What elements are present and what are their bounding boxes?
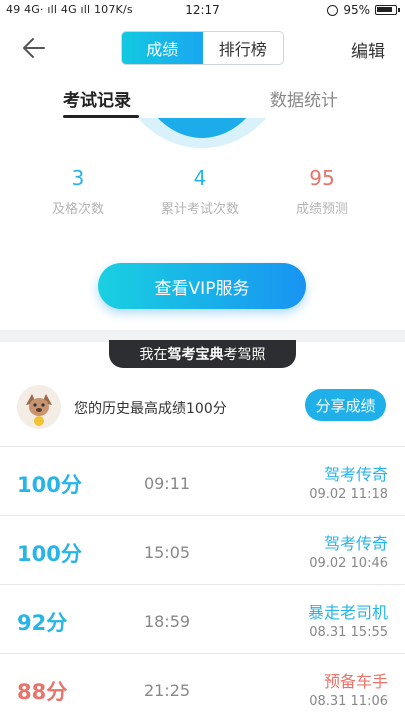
list-item[interactable]: 88分 21:25 预备车手 08.31 11:06 [0, 653, 405, 720]
stat-value: 3 [71, 166, 85, 190]
stat-label: 及格次数 [51, 202, 104, 217]
banner-prefix: 我在 [139, 347, 168, 363]
banner-brand: 驾考宝典 [167, 347, 224, 363]
seg-scores[interactable]: 成绩 [122, 32, 203, 64]
battery-percent: 95% [343, 3, 370, 17]
record-date: 09.02 11:18 [309, 487, 388, 502]
record-score: 100分 [17, 542, 82, 566]
stat-pass-count: 3 及格次数 [23, 166, 133, 217]
best-score-text: 您的历史最高成绩100分 [74, 401, 227, 417]
status-right: 95% [327, 3, 400, 17]
stat-label: 累计考试次数 [160, 202, 239, 217]
edit-button[interactable]: 编辑 [351, 37, 385, 62]
banner-suffix: 考驾照 [223, 347, 266, 363]
record-score: 88分 [17, 680, 68, 704]
brand-banner: 我在 驾考宝典 考驾照 [109, 340, 296, 368]
avatar [17, 385, 61, 429]
exam-record-list: 100分 09:11 驾考传奇 09.02 11:18 100分 15:05 驾… [0, 446, 405, 720]
view-vip-button[interactable]: 查看VIP服务 [98, 263, 306, 309]
alarm-icon [327, 4, 339, 16]
stat-score-prediction: 95 成绩预测 [267, 166, 377, 217]
stat-value: 95 [309, 166, 335, 190]
record-date: 08.31 15:55 [309, 625, 388, 640]
list-item[interactable]: 100分 15:05 驾考传奇 09.02 10:46 [0, 515, 405, 584]
status-bar: 49 4G· ıll 4G ıll 107K/s 12:17 95% [0, 0, 405, 22]
record-date: 08.31 11:06 [309, 694, 388, 709]
tab-data-stats[interactable]: 数据统计 [270, 86, 338, 111]
record-date: 09.02 10:46 [309, 556, 388, 571]
record-duration: 09:11 [143, 474, 191, 493]
top-nav: 成绩 排行榜 编辑 [0, 28, 405, 68]
record-title: 预备车手 [323, 672, 388, 691]
stat-label: 成绩预测 [295, 202, 348, 217]
battery-icon [375, 5, 400, 15]
record-score: 92分 [17, 611, 68, 635]
dog-mascot-icon [17, 385, 61, 429]
list-item[interactable]: 100分 09:11 驾考传奇 09.02 11:18 [0, 446, 405, 515]
seg-ranking[interactable]: 排行榜 [203, 32, 284, 64]
record-title: 暴走老司机 [307, 603, 388, 622]
back-arrow-icon[interactable] [18, 32, 50, 64]
record-duration: 18:59 [143, 612, 191, 631]
stat-value: 4 [193, 166, 207, 190]
record-duration: 15:05 [143, 543, 191, 562]
share-score-button[interactable]: 分享成绩 [305, 389, 386, 421]
record-score: 100分 [17, 473, 82, 497]
record-title: 驾考传奇 [323, 465, 388, 484]
stat-total-exams: 4 累计考试次数 [145, 166, 255, 217]
segmented-control: 成绩 排行榜 [121, 31, 284, 65]
record-title: 驾考传奇 [323, 534, 388, 553]
tab-bar: 考试记录 数据统计 [0, 80, 405, 120]
best-score-row: 您的历史最高成绩100分 分享成绩 [0, 383, 405, 433]
list-item[interactable]: 92分 18:59 暴走老司机 08.31 15:55 [0, 584, 405, 653]
score-gauge [0, 118, 405, 148]
record-duration: 21:25 [143, 681, 191, 700]
tab-exam-records[interactable]: 考试记录 [63, 86, 131, 111]
